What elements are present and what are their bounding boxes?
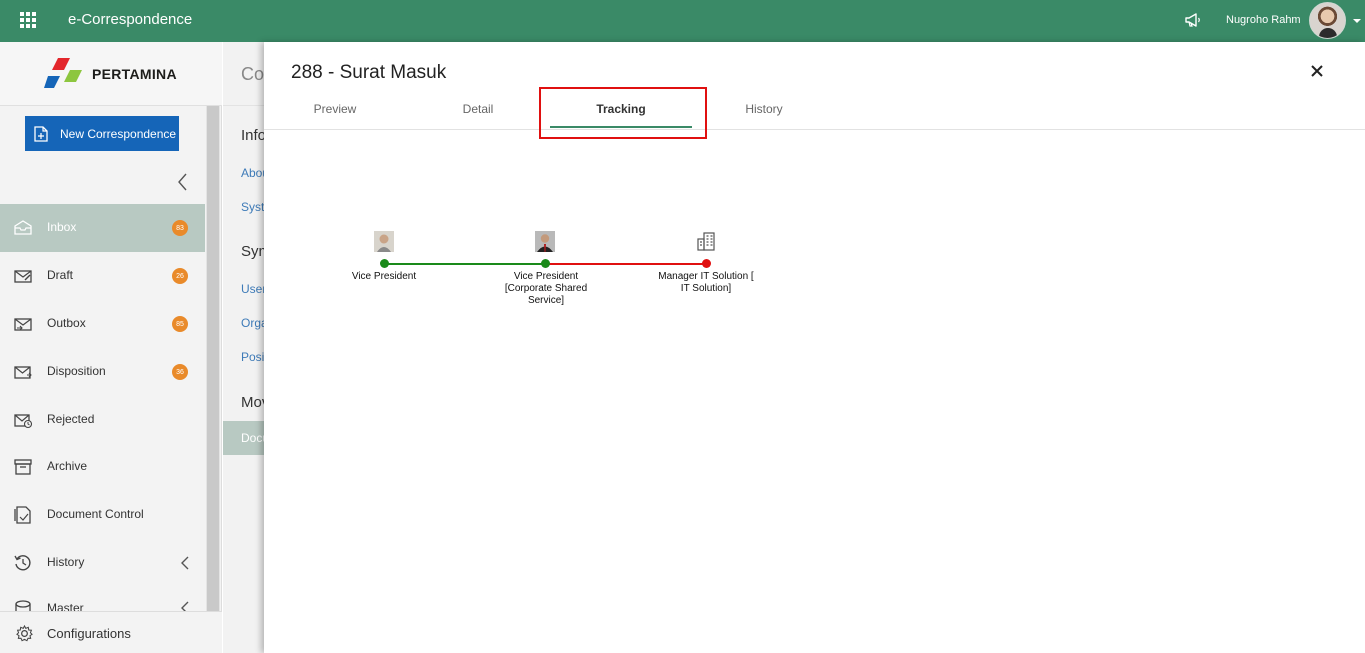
collapse-sidebar-icon[interactable] — [176, 172, 188, 192]
gear-icon — [16, 625, 33, 642]
background-link[interactable]: Orga — [241, 316, 264, 330]
sidebar-item-label: Disposition — [47, 364, 106, 378]
background-heading: Info — [241, 127, 264, 144]
person-photo — [374, 231, 394, 252]
tracking-area: Vice President Vice President [Corporate… — [264, 130, 1365, 653]
tab-history[interactable]: History — [693, 102, 835, 116]
background-header: Co — [223, 42, 264, 106]
building-icon — [697, 232, 715, 251]
tracking-connector-done — [385, 263, 546, 265]
outbox-icon — [14, 318, 32, 331]
sidebar-item-disposition[interactable]: Disposition 36 — [0, 348, 205, 396]
disposition-icon — [14, 366, 32, 379]
sidebar-scrollbar-thumb[interactable] — [207, 106, 219, 611]
detail-panel: 288 - Surat Masuk Preview Detail Trackin… — [264, 42, 1365, 653]
draft-icon — [14, 270, 32, 283]
panel-title: 288 - Surat Masuk — [291, 62, 447, 83]
sidebar-item-label: Master — [47, 601, 84, 611]
pertamina-logo-icon — [44, 58, 82, 88]
caret-down-icon[interactable] — [1353, 19, 1361, 23]
background-title: Co — [241, 64, 264, 84]
sidebar-item-outbox[interactable]: Outbox 85 — [0, 300, 205, 348]
inbox-icon — [14, 220, 32, 235]
background-heading: Sym — [241, 243, 264, 260]
sidebar-item-label: Rejected — [47, 412, 95, 426]
megaphone-icon[interactable] — [1183, 11, 1203, 29]
app-title: e-Correspondence — [68, 11, 193, 28]
chevron-left-icon — [181, 556, 189, 570]
sidebar-item-label: Archive — [47, 459, 88, 473]
tab-preview[interactable]: Preview — [264, 102, 406, 116]
rejected-icon — [14, 414, 32, 429]
sidebar-item-inbox[interactable]: Inbox 83 — [0, 204, 205, 252]
tracking-node-done[interactable] — [380, 259, 389, 268]
logo-area: PERTAMINA — [0, 42, 222, 106]
sidebar-item-history[interactable]: History — [0, 539, 205, 587]
sidebar: PERTAMINA New Correspondence Inbox 83 Dr… — [0, 42, 222, 653]
count-badge: 26 — [172, 268, 188, 284]
apps-grid-icon[interactable] — [20, 12, 36, 28]
sidebar-item-document-control[interactable]: Document Control — [0, 491, 205, 539]
avatar[interactable] — [1309, 2, 1346, 39]
logo-text: PERTAMINA — [92, 66, 177, 82]
background-link[interactable]: Posit — [241, 350, 264, 364]
master-icon — [15, 600, 31, 611]
count-badge: 83 — [172, 220, 188, 236]
sidebar-item-label: Draft — [47, 268, 74, 282]
sidebar-item-label: Inbox — [47, 220, 77, 234]
history-icon — [14, 555, 31, 571]
chevron-left-icon — [181, 601, 189, 611]
count-badge: 85 — [172, 316, 188, 332]
tab-detail[interactable]: Detail — [407, 102, 549, 116]
sidebar-item-label: Document Control — [47, 507, 144, 521]
tracking-node-label: Manager IT Solution [ IT Solution] — [658, 271, 754, 294]
sidebar-item-label: History — [47, 555, 85, 569]
tracking-node-done[interactable] — [541, 259, 550, 268]
background-link[interactable]: Abou — [241, 166, 264, 180]
tab-bar: Preview Detail Tracking History — [264, 91, 1365, 130]
sidebar-item-label: Outbox — [47, 316, 86, 330]
top-bar: e-Correspondence Nugroho Rahm — [0, 0, 1365, 42]
document-control-icon — [14, 506, 31, 524]
tracking-node-label: Vice President [Corporate Shared Service… — [504, 271, 588, 306]
tracking-node-label: Vice President — [351, 271, 417, 282]
user-name[interactable]: Nugroho Rahm — [1226, 14, 1301, 26]
new-correspondence-label: New Correspondence — [60, 126, 177, 141]
tracking-node-pending[interactable] — [702, 259, 711, 268]
person-photo — [535, 231, 555, 252]
background-heading: Mov — [241, 394, 264, 411]
sidebar-item-archive[interactable]: Archive — [0, 443, 205, 491]
count-badge: 36 — [172, 364, 188, 380]
close-icon[interactable] — [1310, 64, 1324, 78]
background-selected-label: Docu — [241, 431, 264, 445]
sidebar-item-master[interactable]: Master — [0, 587, 205, 611]
sidebar-item-rejected[interactable]: Rejected — [0, 396, 205, 444]
tracking-connector-pending — [546, 263, 707, 265]
configurations-label: Configurations — [47, 626, 131, 641]
background-link[interactable]: User — [241, 282, 264, 296]
background-selected-item[interactable]: Docu — [223, 421, 264, 455]
new-document-icon — [34, 125, 48, 142]
background-link[interactable]: Syste — [241, 200, 264, 214]
archive-icon — [14, 459, 32, 475]
sidebar-item-draft[interactable]: Draft 26 — [0, 252, 205, 300]
background-page: Co Info Abou Syste Sym User Orga Posit M… — [223, 42, 264, 653]
new-correspondence-button[interactable]: New Correspondence — [25, 116, 179, 151]
configurations-item[interactable]: Configurations — [0, 611, 222, 653]
